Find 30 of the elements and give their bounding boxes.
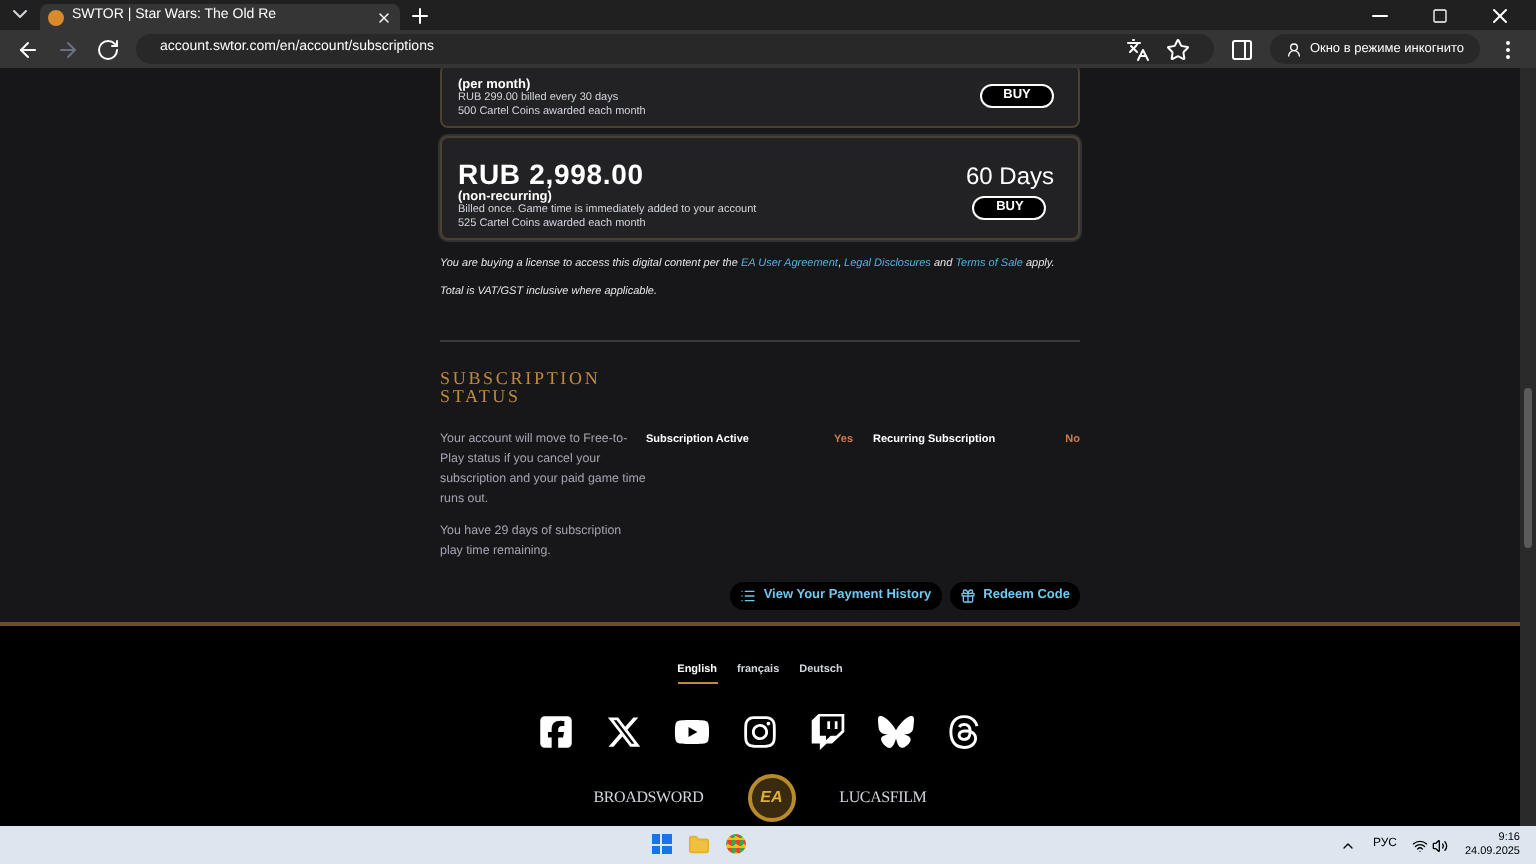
- start-icon[interactable]: [651, 834, 672, 854]
- bookmark-icon[interactable]: [1165, 37, 1190, 61]
- close-window-icon[interactable]: [1488, 4, 1512, 28]
- company-logo: BROADSWORD: [593, 786, 704, 811]
- ea-logo: EA: [747, 774, 796, 823]
- side-panel-icon[interactable]: [1229, 37, 1254, 61]
- gift-icon: [959, 588, 976, 605]
- back-icon[interactable]: [16, 37, 40, 61]
- new-tab-icon[interactable]: [408, 4, 432, 28]
- plan-price: RUB 2,998.00: [458, 159, 646, 187]
- twitch-icon[interactable]: [810, 714, 846, 751]
- list-icon: [739, 588, 756, 605]
- close-tab-icon[interactable]: [376, 9, 392, 25]
- wifi-icon[interactable]: [1412, 837, 1429, 853]
- x-icon[interactable]: [606, 714, 642, 751]
- restore-icon[interactable]: [1432, 8, 1448, 24]
- forward-icon[interactable]: [56, 37, 80, 61]
- butterfly-icon[interactable]: [878, 714, 914, 751]
- scrollbar[interactable]: [1520, 68, 1536, 826]
- plan-duration: 60 Days: [965, 160, 1054, 194]
- volume-icon[interactable]: [1432, 837, 1449, 853]
- instagram-icon[interactable]: [742, 714, 778, 751]
- translate-icon[interactable]: [1125, 37, 1150, 61]
- company-logo: LUCASFILM: [839, 786, 927, 811]
- section-title: SUBSCRIPTION STATUS: [440, 370, 603, 407]
- reload-icon[interactable]: [96, 37, 120, 61]
- site-favicon-icon: [48, 9, 64, 25]
- facebook-icon[interactable]: [538, 714, 574, 751]
- incognito-icon: [1285, 41, 1302, 57]
- threads-icon[interactable]: [946, 714, 982, 751]
